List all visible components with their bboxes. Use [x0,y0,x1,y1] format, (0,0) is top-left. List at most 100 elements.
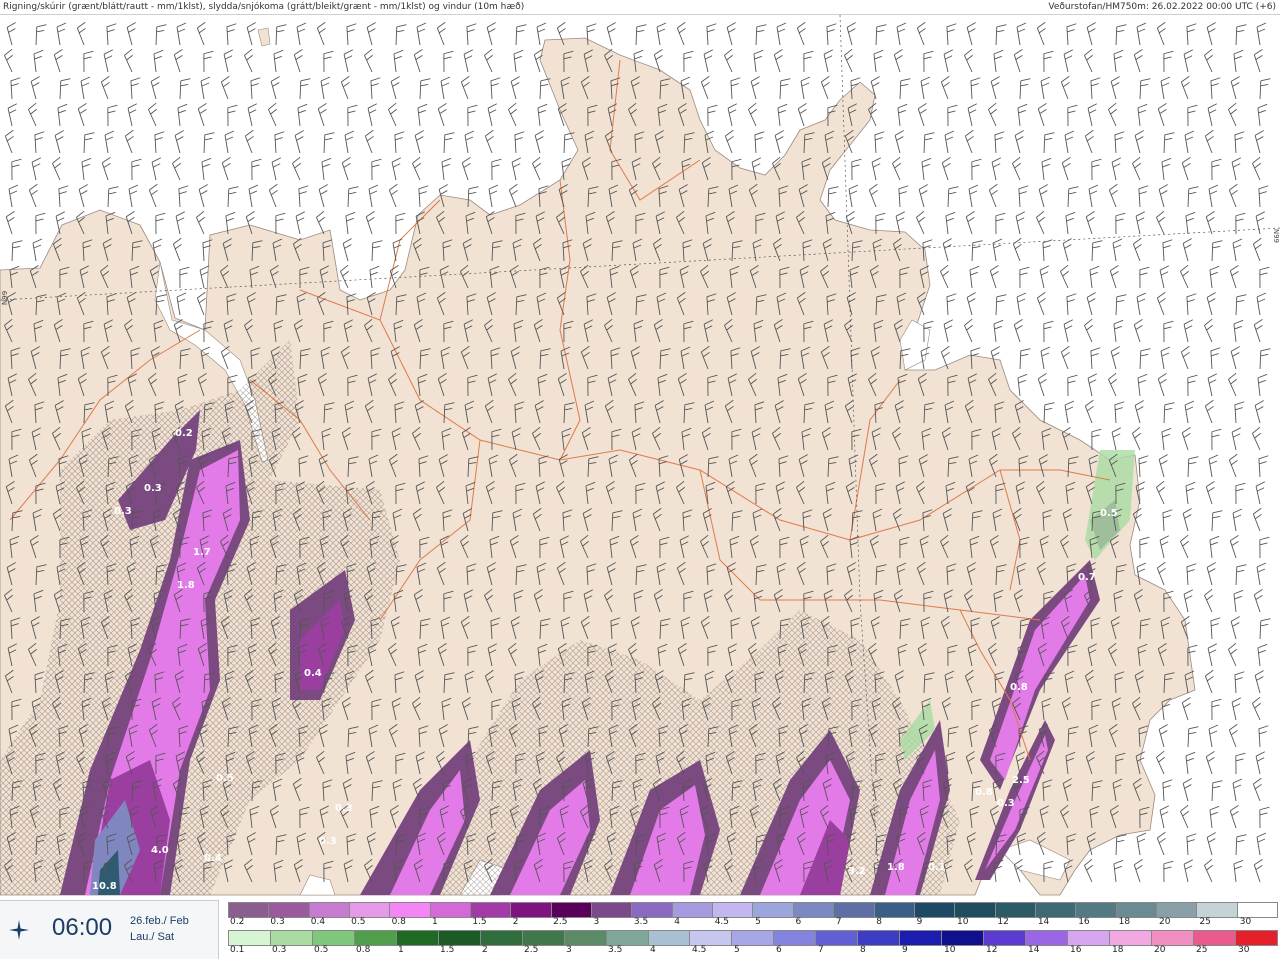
compass-star-icon [9,920,29,940]
map-header: Rigning/skúrir (grænt/blátt/rautt - mm/1… [0,0,1280,15]
legend-label: 18 [1118,917,1131,927]
legend-label: 8 [876,917,882,927]
legend-swatch [429,903,471,917]
rain-scale-labels: 0.1 0.3 0.5 0.8 1 1.5 2 2.5 3 3.5 4 4.5 5 6 7 8 9 10 12 14 1… [228,945,1278,957]
value-label: 3.2 [848,866,866,877]
value-label: 0.8 [1010,682,1028,693]
legend-label: 30 [1238,945,1250,955]
legend-label: 0.3 [270,917,285,927]
value-label: 0.8 [975,787,993,798]
forecast-weekday: Lau./ Sat [130,931,175,943]
legend-label: 8 [860,945,866,955]
legend-swatch [521,931,564,945]
legend-label: 1.5 [440,945,455,955]
legend-label: 20 [1158,917,1171,927]
legend-swatch [228,931,270,945]
legend-label: 2.5 [524,945,539,955]
legend-label: 3.5 [608,945,623,955]
legend-swatch [994,903,1035,917]
legend-label: 7 [818,945,824,955]
legend-swatch [954,903,995,917]
legend-label: 0.5 [314,945,329,955]
value-label: 0.3 [335,803,353,814]
legend-label: 2 [512,917,519,927]
legend-swatch [1192,931,1235,945]
legend-label: 0.3 [272,945,287,955]
legend-swatch [833,903,874,917]
legend-swatch [353,931,396,945]
legend-swatch [773,931,816,945]
value-label: 0.3 [114,506,132,517]
legend-label: 14 [1028,945,1040,955]
value-label: 0.2 [175,428,193,439]
legend-label: 4.5 [714,917,730,927]
legend-label: 1 [398,945,404,955]
legend-swatch [983,931,1026,945]
legend-swatch [631,903,672,917]
legend-swatch [470,903,511,917]
legend-label: 12 [997,917,1009,927]
legend-swatch [510,903,551,917]
value-label: 0.3 [144,483,162,494]
legend-label: 4 [650,945,656,955]
legend-label: 4.5 [692,945,707,955]
legend-label: 9 [916,917,923,927]
legend-swatch [1236,903,1278,917]
legend-label: 14 [1037,917,1050,927]
color-legend: 0.2 0.3 0.4 0.5 0.8 1 1.5 2 2.5 3 3.5 4 4.5 5 6 7 8 9 10 12… [228,900,1280,958]
legend-label: 25 [1196,945,1208,955]
latitude-label: N99 [1272,228,1280,243]
legend-swatch [913,903,955,917]
legend-label: 6 [795,917,802,927]
legend-label: 0.1 [230,945,245,955]
legend-swatch [941,931,984,945]
legend-label: 1 [431,917,438,927]
legend-label: 4 [674,917,681,927]
snow-scale-labels: 0.2 0.3 0.4 0.5 0.8 1 1.5 2 2.5 3 3.5 4 4.5 5 6 7 8 9 10 12… [228,917,1278,929]
legend-swatch [1196,903,1237,917]
legend-swatch [349,903,390,917]
legend-label: 2.5 [553,917,568,927]
forecast-date: 26.feb./ Feb [130,915,189,927]
legend-swatch [1109,931,1151,945]
legend-label: 5 [755,917,761,927]
latitude-label: N99 [1,290,9,305]
legend-swatch [308,903,350,917]
legend-swatch [873,903,914,917]
legend-label: 5 [734,945,740,955]
legend-label: 6 [776,945,782,955]
rain-scale-bar [228,930,1278,946]
legend-label: 0.2 [230,917,245,927]
legend-label: 16 [1078,917,1090,927]
map-title: Rigning/skúrir (grænt/blátt/rautt - mm/1… [3,2,525,12]
run-timestamp: Veðurstofan/HM750m: 26.02.2022 00:00 UTC… [1048,2,1276,12]
legend-swatch [647,931,690,945]
legend-label: 0.4 [310,917,326,927]
legend-swatch [671,903,713,917]
legend-swatch [591,903,632,917]
legend-swatch [228,903,269,917]
legend-label: 30 [1239,917,1252,927]
legend-label: 0.5 [351,917,366,927]
legend-swatch [1075,903,1116,917]
legend-label: 1.5 [472,917,487,927]
legend-label: 3 [566,945,572,955]
weather-map[interactable]: 0.2 0.3 0.3 1.7 1.8 0.4 0.5 0.3 0.3 4.0 … [0,14,1280,900]
forecast-time-panel: 06:00 26.feb./ Feb Lau./ Sat [0,900,219,959]
value-label: 0.1 [928,862,946,873]
legend-label: 3.5 [633,917,649,927]
legend-swatch [268,903,309,917]
legend-label: 10 [957,917,969,927]
legend-label: 20 [1154,945,1166,955]
legend-label: 10 [944,945,956,955]
legend-label: 12 [986,945,998,955]
legend-swatch [752,903,793,917]
value-label: 0.5 [216,773,234,784]
legend-swatch [1067,931,1110,945]
snow-scale-bar [228,902,1278,918]
value-label: 0.4 [204,853,222,864]
legend-label: 2 [482,945,488,955]
legend-swatch [857,931,900,945]
legend-label: 25 [1199,917,1211,927]
legend-swatch [550,903,592,917]
